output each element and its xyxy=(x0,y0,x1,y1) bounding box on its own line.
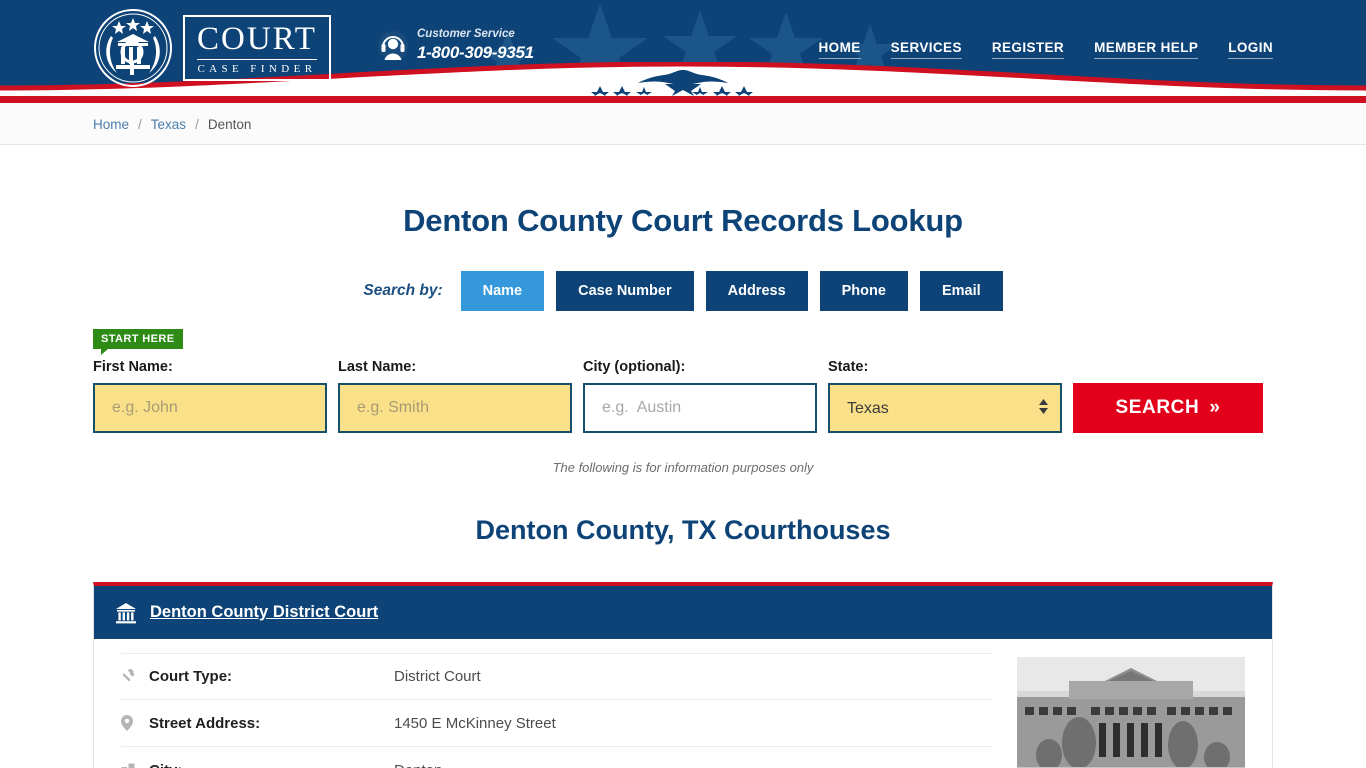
breadcrumb-item-home[interactable]: Home xyxy=(93,117,129,132)
courthouse-photo-wrap xyxy=(1017,653,1245,768)
page-title: Denton County Court Records Lookup xyxy=(403,203,963,238)
first-name-field-group: First Name: xyxy=(93,359,327,433)
search-type-tabs: Search by: Name Case Number Address Phon… xyxy=(93,271,1273,311)
last-name-label: Last Name: xyxy=(338,359,417,375)
site-header: COURT CASE FINDER Customer Service 1-800… xyxy=(0,0,1366,96)
city-input[interactable] xyxy=(583,383,817,433)
nav-item-services[interactable]: SERVICES xyxy=(890,40,962,59)
gavel-icon xyxy=(121,669,149,684)
last-name-field-group: Last Name: xyxy=(338,359,572,433)
table-row: City: Denton xyxy=(121,747,993,768)
headset-support-icon xyxy=(378,30,408,61)
main-content: Denton County Court Records Lookup Searc… xyxy=(93,203,1273,768)
tab-phone[interactable]: Phone xyxy=(819,271,908,311)
start-here-badge-wrap: START HERE xyxy=(93,329,1273,355)
breadcrumb-separator: / xyxy=(138,116,142,132)
bank-building-icon xyxy=(116,602,136,623)
courthouse-card-body: Court Type: District Court Street Addres… xyxy=(94,639,1272,768)
court-seal-icon xyxy=(94,9,172,87)
tab-name[interactable]: Name xyxy=(460,271,545,311)
state-label: State: xyxy=(828,359,869,375)
detail-value: District Court xyxy=(394,668,481,685)
table-row: Court Type: District Court xyxy=(121,653,993,700)
search-button[interactable]: SEARCH » xyxy=(1073,383,1263,433)
customer-service-phone[interactable]: 1-800-309-9351 xyxy=(417,42,534,63)
search-by-label: Search by: xyxy=(363,282,443,299)
last-name-input[interactable] xyxy=(338,383,572,433)
nav-item-member-help[interactable]: MEMBER HELP xyxy=(1094,40,1199,59)
breadcrumb-item-texas[interactable]: Texas xyxy=(151,117,186,132)
nav-item-home[interactable]: HOME xyxy=(818,40,861,59)
detail-label: Street Address: xyxy=(149,714,261,732)
courthouse-name-link[interactable]: Denton County District Court xyxy=(150,603,378,622)
start-here-badge: START HERE xyxy=(93,329,184,349)
logo-title: COURT xyxy=(197,23,317,60)
breadcrumb-item-denton: Denton xyxy=(207,116,252,132)
first-name-label: First Name: xyxy=(93,359,173,375)
logo-wordmark: COURT CASE FINDER xyxy=(183,15,331,81)
city-label: City (optional): xyxy=(583,359,686,375)
breadcrumb-bar: Home / Texas / Denton xyxy=(0,103,1366,145)
city-field-group: City (optional): xyxy=(583,359,817,433)
tab-email[interactable]: Email xyxy=(919,271,1003,311)
logo-subtitle: CASE FINDER xyxy=(197,63,317,75)
breadcrumb-separator: / xyxy=(195,116,199,132)
search-button-label: SEARCH xyxy=(1115,397,1200,418)
double-chevron-right-icon: » xyxy=(1209,397,1221,418)
courthouse-card-header: Denton County District Court xyxy=(94,586,1272,639)
first-name-input[interactable] xyxy=(93,383,327,433)
city-icon xyxy=(121,763,149,768)
nav-item-register[interactable]: REGISTER xyxy=(991,40,1065,59)
denton-county-courthouse-photo xyxy=(1017,657,1245,768)
map-pin-icon xyxy=(121,715,149,731)
detail-label: City: xyxy=(149,762,394,768)
table-row: Street Address: 1450 E McKinney Street xyxy=(121,700,993,747)
people-search-form: First Name: Last Name: City (optional): … xyxy=(93,359,1273,433)
start-here-badge-tail xyxy=(101,349,108,355)
state-select[interactable]: Texas xyxy=(828,383,1062,433)
detail-value: Denton xyxy=(394,762,442,768)
tab-case-number[interactable]: Case Number xyxy=(556,271,694,311)
customer-service-label: Customer Service xyxy=(417,28,515,40)
main-navigation: HOME SERVICES REGISTER MEMBER HELP LOGIN xyxy=(818,40,1273,59)
site-logo[interactable]: COURT CASE FINDER xyxy=(93,8,331,88)
tab-address[interactable]: Address xyxy=(705,271,808,311)
disclaimer-text: The following is for information purpose… xyxy=(552,460,814,475)
courthouse-detail-rows: Court Type: District Court Street Addres… xyxy=(121,653,1017,768)
header-red-divider xyxy=(0,96,1366,103)
customer-service-block: Customer Service 1-800-309-9351 xyxy=(378,28,534,63)
detail-label: Court Type: xyxy=(149,668,233,685)
detail-value: 1450 E McKinney Street xyxy=(394,714,556,732)
courthouse-card: Denton County District Court Court Type:… xyxy=(93,582,1273,768)
nav-item-login[interactable]: LOGIN xyxy=(1228,40,1273,59)
breadcrumb: Home / Texas / Denton xyxy=(93,103,1273,145)
state-field-group: State: Texas xyxy=(828,359,1062,433)
courthouses-section-title: Denton County, TX Courthouses xyxy=(475,515,891,545)
